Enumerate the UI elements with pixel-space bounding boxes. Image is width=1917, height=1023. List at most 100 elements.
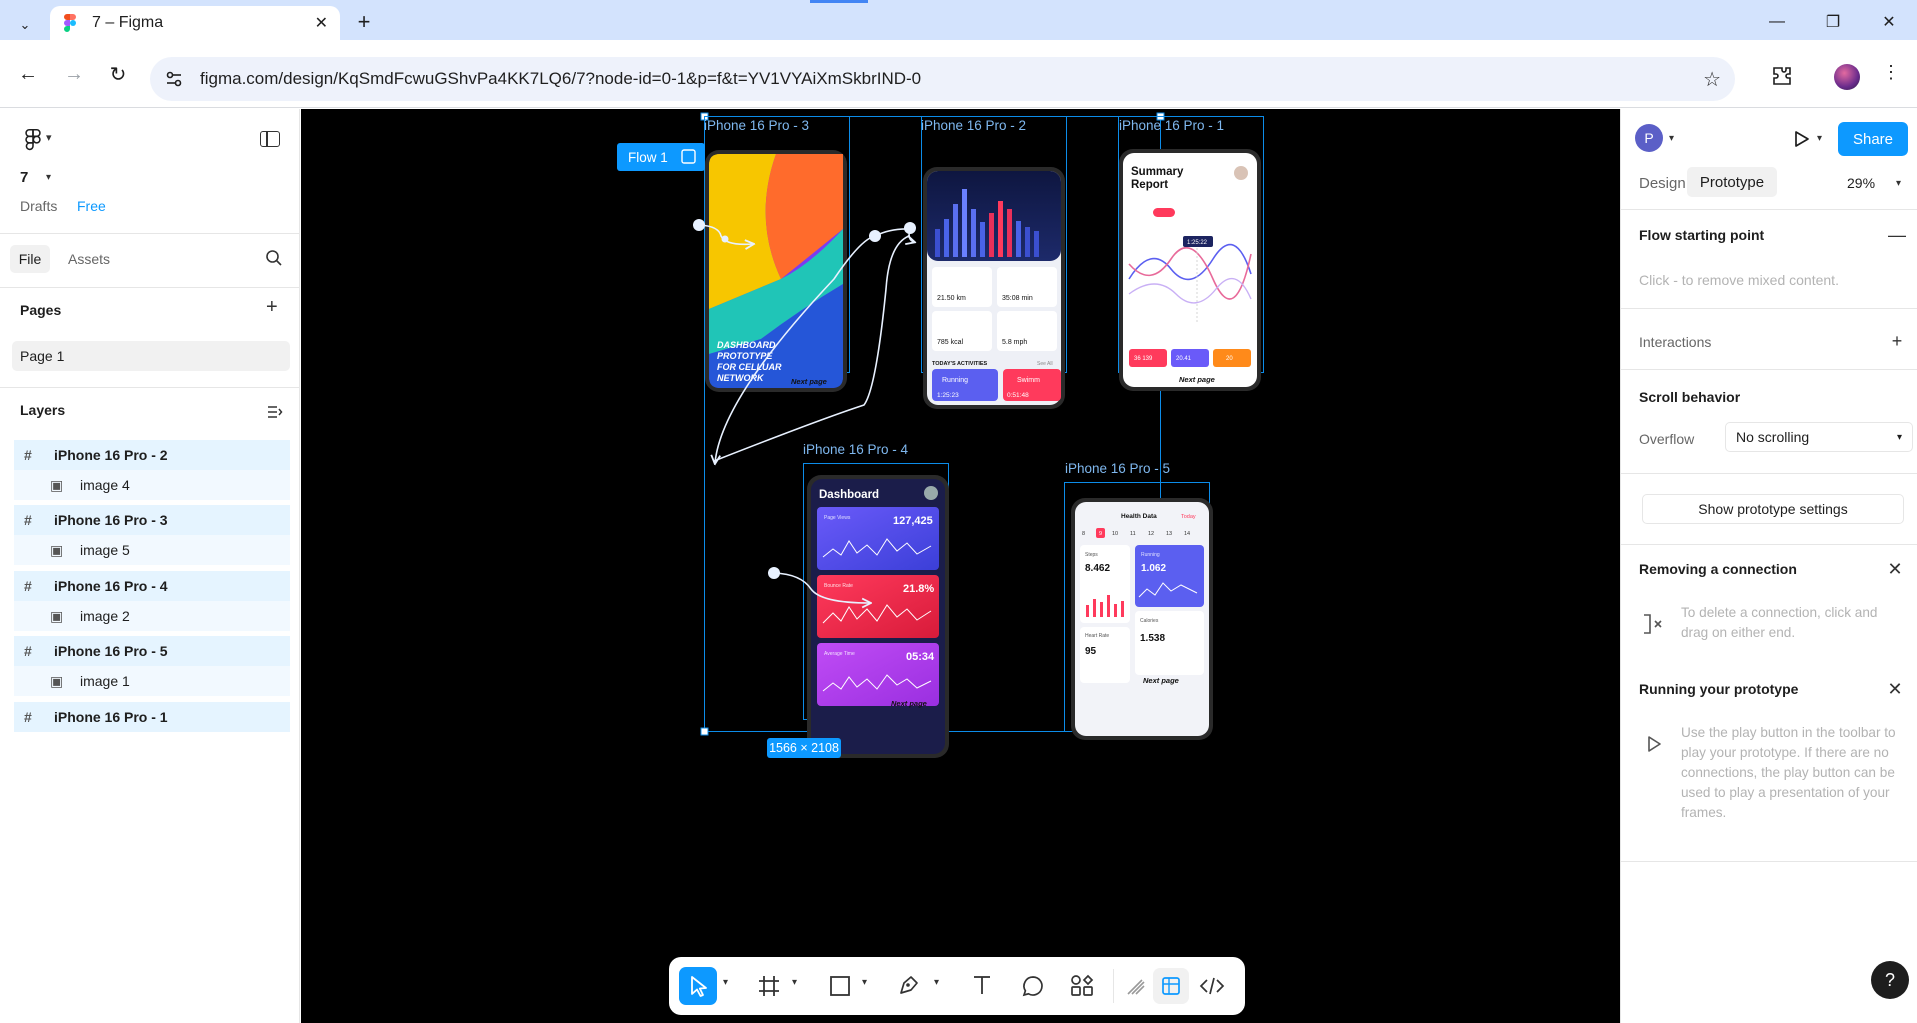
connection-handle[interactable] <box>768 567 780 579</box>
rectangle-tool-chevron-icon[interactable]: ▾ <box>862 977 867 988</box>
text-tool-icon[interactable] <box>971 974 993 996</box>
layer-image[interactable]: ▣ image 1 <box>14 666 290 696</box>
plan-badge[interactable]: Free <box>77 198 106 214</box>
dev-mode-icon[interactable] <box>1199 974 1225 998</box>
file-location[interactable]: Drafts <box>20 198 57 214</box>
canvas[interactable]: iPhone 16 Pro - 3 iPhone 16 Pro - 2 iPho… <box>301 109 1620 1023</box>
figma-menu-icon[interactable] <box>22 129 44 151</box>
card-label: Page Views <box>824 515 851 521</box>
calendar-day: 10 <box>1112 531 1118 537</box>
add-interaction-icon[interactable]: + <box>1887 331 1907 351</box>
figma-menu-chevron-icon[interactable]: ▾ <box>46 131 52 144</box>
reload-button[interactable]: ↻ <box>102 58 134 90</box>
layer-frame[interactable]: # iPhone 16 Pro - 1 <box>14 702 290 732</box>
file-menu-chevron-icon[interactable]: ▾ <box>46 172 51 183</box>
file-name[interactable]: 7 <box>20 169 28 186</box>
zoom-chevron-icon[interactable]: ▾ <box>1896 178 1901 189</box>
image-icon: ▣ <box>50 607 64 624</box>
see-all-label: See All <box>1037 361 1053 367</box>
resize-handle[interactable] <box>700 727 709 736</box>
address-bar[interactable]: figma.com/design/KqSmdFcwuGShvPa4KK7LQ6/… <box>150 57 1735 101</box>
layer-frame[interactable]: # iPhone 16 Pro - 4 <box>14 571 290 601</box>
screen-title: Report <box>1131 179 1168 191</box>
page-item[interactable]: Page 1 <box>12 341 290 371</box>
present-play-icon[interactable] <box>1791 129 1811 149</box>
tab-file[interactable]: File <box>10 245 50 273</box>
restore-window-icon[interactable]: ❐ <box>1818 10 1848 34</box>
flow-badge[interactable]: Flow 1 <box>617 143 705 171</box>
layer-frame[interactable]: # iPhone 16 Pro - 2 <box>14 440 290 470</box>
share-button[interactable]: Share <box>1838 122 1908 156</box>
layer-name: iPhone 16 Pro - 3 <box>54 512 168 528</box>
collapse-layers-icon[interactable] <box>266 403 284 421</box>
image-icon: ▣ <box>50 672 64 689</box>
frame-tool-chevron-icon[interactable]: ▾ <box>792 977 797 988</box>
layer-frame[interactable]: # iPhone 16 Pro - 3 <box>14 505 290 535</box>
bookmark-star-icon[interactable]: ☆ <box>1703 67 1721 92</box>
layer-name: image 4 <box>80 477 130 493</box>
summary-card-value: 36 139 <box>1134 356 1153 362</box>
back-button[interactable]: ← <box>12 58 44 90</box>
activity-label: Running <box>942 377 968 384</box>
present-chevron-icon[interactable]: ▾ <box>1817 133 1822 144</box>
removing-connection-text: To delete a connection, click and drag o… <box>1681 605 1878 640</box>
frame-label[interactable]: iPhone 16 Pro - 2 <box>921 118 1026 133</box>
site-settings-icon[interactable] <box>164 69 184 89</box>
pen-tool-icon[interactable] <box>897 973 921 997</box>
phone-mockup-2: 21.50 km 35:08 min 785 kcal 5.8 mph TODA… <box>923 167 1065 409</box>
add-page-icon[interactable]: + <box>266 296 278 319</box>
comment-tool-icon[interactable] <box>1021 974 1045 998</box>
browser-tab[interactable]: 7 – Figma ✕ <box>50 6 340 40</box>
toggle-sidebar-icon[interactable] <box>260 131 280 147</box>
close-icon[interactable]: ✕ <box>1885 559 1905 579</box>
frame-label[interactable]: iPhone 16 Pro - 3 <box>704 118 809 133</box>
browser-menu-icon[interactable]: ⋮ <box>1882 62 1900 83</box>
search-icon[interactable] <box>265 249 283 267</box>
layer-frame[interactable]: # iPhone 16 Pro - 5 <box>14 636 290 666</box>
layer-name: iPhone 16 Pro - 5 <box>54 643 168 659</box>
tab-prototype[interactable]: Prototype <box>1687 167 1777 197</box>
actions-tool-icon[interactable] <box>1069 973 1095 999</box>
tab-search-chevron-icon[interactable]: ⌄ <box>10 10 40 40</box>
frame-tool-icon[interactable] <box>757 974 781 998</box>
frame-label[interactable]: iPhone 16 Pro - 5 <box>1065 461 1170 476</box>
close-window-icon[interactable]: ✕ <box>1874 10 1904 34</box>
frame-icon: # <box>24 512 32 528</box>
close-icon[interactable]: ✕ <box>1885 679 1905 699</box>
tab-close-icon[interactable]: ✕ <box>315 13 328 33</box>
screen-next-label: Next page <box>1179 375 1215 384</box>
forward-button[interactable]: → <box>58 58 90 90</box>
layer-image[interactable]: ▣ image 5 <box>14 535 290 565</box>
pen-tool-chevron-icon[interactable]: ▾ <box>934 977 939 988</box>
divider <box>1621 308 1917 309</box>
minimize-window-icon[interactable]: — <box>1762 10 1792 34</box>
avatar-chevron-icon[interactable]: ▾ <box>1669 133 1674 144</box>
connection-handle[interactable] <box>693 219 705 231</box>
layer-image[interactable]: ▣ image 4 <box>14 470 290 500</box>
figma-favicon-icon <box>64 14 76 32</box>
connection-handle[interactable] <box>721 235 729 243</box>
move-tool-button[interactable] <box>679 967 717 1005</box>
show-prototype-settings-button[interactable]: Show prototype settings <box>1642 494 1904 524</box>
tab-assets[interactable]: Assets <box>68 251 110 267</box>
help-button[interactable]: ? <box>1871 961 1909 999</box>
user-avatar[interactable]: P <box>1635 124 1663 152</box>
design-mode-button[interactable] <box>1153 968 1189 1004</box>
canvas-artboard[interactable]: iPhone 16 Pro - 3 iPhone 16 Pro - 2 iPho… <box>301 109 1620 1023</box>
new-tab-button[interactable]: + <box>350 8 378 36</box>
overflow-select[interactable]: No scrolling ▾ <box>1725 422 1913 452</box>
frame-label[interactable]: iPhone 16 Pro - 4 <box>803 442 909 457</box>
zoom-level[interactable]: 29% <box>1847 175 1875 191</box>
frame-label[interactable]: iPhone 16 Pro - 1 <box>1119 118 1224 133</box>
profile-avatar[interactable] <box>1834 64 1860 90</box>
tab-design[interactable]: Design <box>1639 175 1686 192</box>
screen-title: Health Data <box>1121 513 1157 520</box>
extensions-icon[interactable] <box>1770 64 1794 88</box>
today-label: Today <box>1181 514 1196 520</box>
move-tool-chevron-icon[interactable]: ▾ <box>723 977 728 988</box>
rectangle-tool-icon[interactable] <box>829 975 851 997</box>
remove-flow-icon[interactable]: — <box>1887 225 1907 245</box>
overflow-value: No scrolling <box>1736 429 1810 445</box>
draw-mode-icon[interactable] <box>1124 974 1148 998</box>
layer-image[interactable]: ▣ image 2 <box>14 601 290 631</box>
